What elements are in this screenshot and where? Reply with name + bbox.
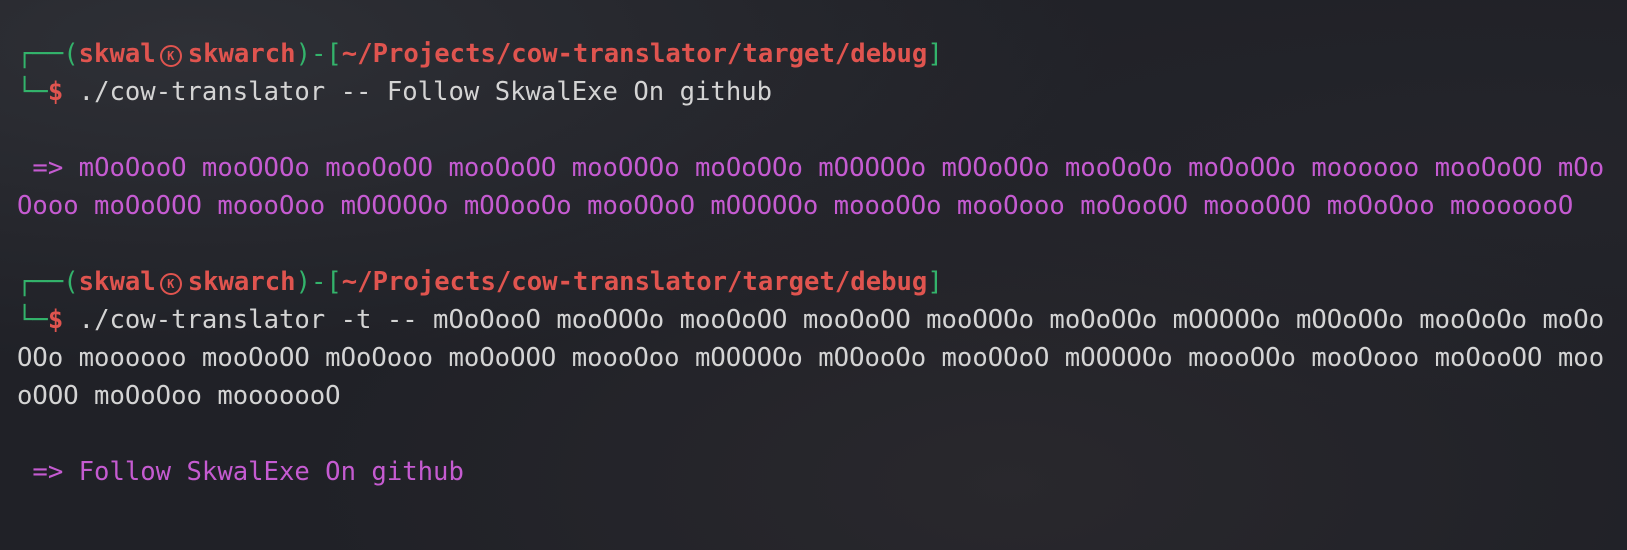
prompt-box-bottom: └─ <box>17 77 48 107</box>
prompt-path: ~/Projects/cow-translator/target/debug <box>341 39 928 69</box>
kali-icon: K <box>159 273 182 295</box>
prompt-user: skwal <box>78 267 156 297</box>
prompt-line-top: ┌──(skwal Kskwarch)-[~/Projects/cow-trans… <box>17 35 1611 73</box>
output-text: Follow SkwalExe On github <box>78 457 464 487</box>
prompt-close-bracket: ] <box>927 39 943 69</box>
prompt-path: ~/Projects/cow-translator/target/debug <box>341 267 928 297</box>
kali-icon: K <box>159 45 182 67</box>
prompt-host: skwarch <box>187 39 296 69</box>
prompt-close-bracket: ] <box>927 267 943 297</box>
prompt-separator: )-[ <box>295 267 342 297</box>
prompt-user: skwal <box>78 39 156 69</box>
prompt-host: skwarch <box>187 267 296 297</box>
command-output: => mOoOooO mooOOOo mooOoOO mooOoOO mooOO… <box>17 149 1611 225</box>
prompt-box-top: ┌──( <box>17 267 79 297</box>
prompt-dollar: $ <box>47 77 64 107</box>
command-text[interactable]: ./cow-translator -- Follow SkwalExe On g… <box>63 77 772 107</box>
prompt-line-top: ┌──(skwal Kskwarch)-[~/Projects/cow-trans… <box>17 263 1611 301</box>
prompt-box-top: ┌──( <box>17 39 79 69</box>
prompt-box-bottom: └─ <box>17 305 48 335</box>
prompt-dollar: $ <box>47 305 64 335</box>
prompt-line-command: └─$ ./cow-translator -- Follow SkwalExe … <box>17 73 1611 111</box>
output-text: mOoOooO mooOOOo mooOoOO mooOoOO mooOOOo … <box>17 153 1605 221</box>
output-arrow: => <box>17 153 79 183</box>
output-arrow: => <box>17 457 79 487</box>
command-output: => Follow SkwalExe On github <box>17 453 1611 491</box>
command-text[interactable]: ./cow-translator -t -- mOoOooO mooOOOo m… <box>17 305 1604 411</box>
prompt-separator: )-[ <box>295 39 342 69</box>
terminal-window[interactable]: ┌──(skwal Kskwarch)-[~/Projects/cow-trans… <box>17 35 1611 491</box>
prompt-line-command: └─$ ./cow-translator -t -- mOoOooO mooOO… <box>17 301 1611 415</box>
